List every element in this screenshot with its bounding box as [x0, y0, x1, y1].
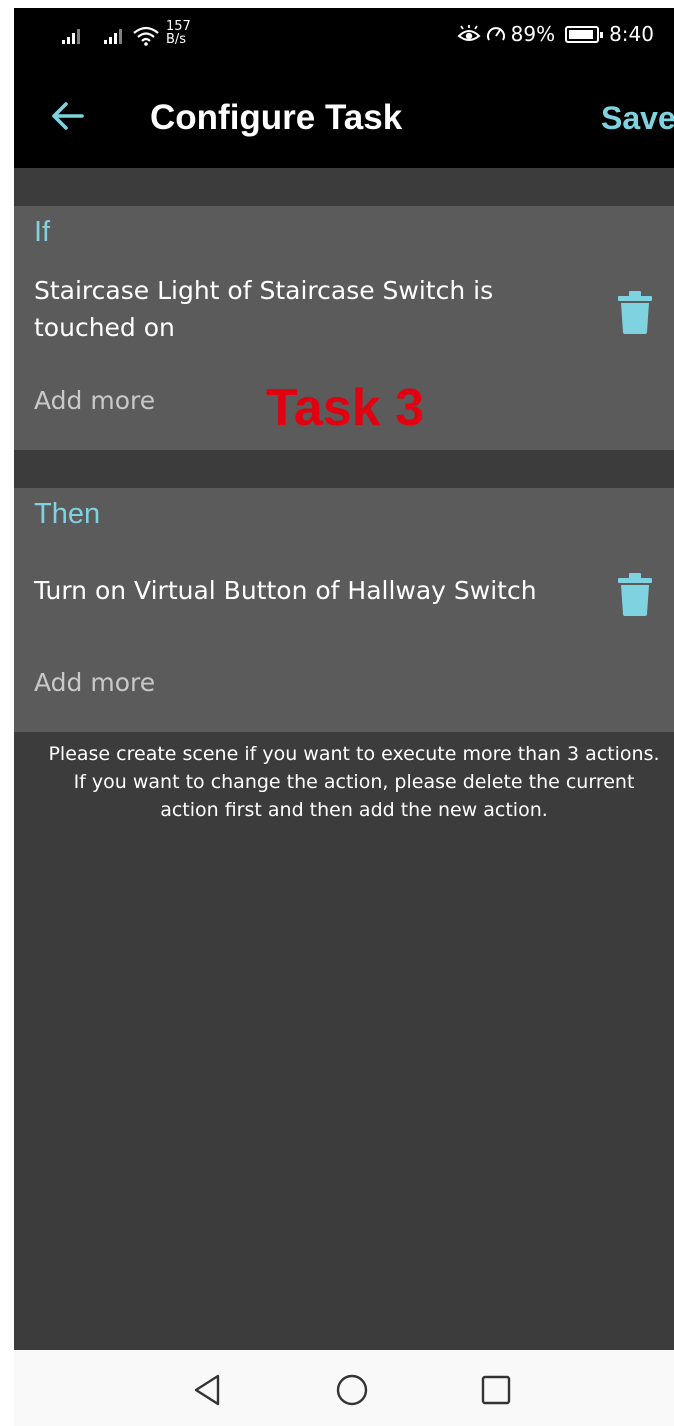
clock: 8:40: [609, 22, 654, 46]
network-speed: 157 B/s: [166, 20, 191, 46]
page-title: Configure Task: [150, 98, 403, 137]
signal-icon: [104, 28, 126, 44]
task-annotation-label: Task 3: [266, 379, 425, 437]
system-nav-bar: [14, 1350, 674, 1426]
back-triangle-icon[interactable]: [190, 1372, 226, 1408]
save-button[interactable]: Save: [601, 96, 674, 140]
trash-icon[interactable]: [617, 290, 653, 334]
then-section: Then Turn on Virtual Button of Hallway S…: [14, 488, 674, 732]
then-heading: Then: [34, 498, 101, 530]
trash-icon[interactable]: [617, 572, 653, 616]
then-action-text[interactable]: Turn on Virtual Button of Hallway Switch: [34, 572, 574, 609]
speed-icon: [486, 27, 505, 41]
status-right-group: 89% 8:40: [457, 22, 654, 46]
back-arrow-icon[interactable]: [48, 96, 88, 136]
if-condition-text[interactable]: Staircase Light of Staircase Switch is t…: [34, 272, 554, 346]
network-speed-unit: B/s: [166, 32, 187, 47]
wifi-icon: [133, 26, 159, 46]
battery-percentage: 89%: [510, 22, 556, 46]
status-bar: 157 B/s 89% 8:40: [14, 8, 674, 66]
home-circle-icon[interactable]: [334, 1372, 370, 1408]
app-screen: 157 B/s 89% 8:40 Configure Task Save If …: [14, 8, 674, 1426]
if-add-more-button[interactable]: Add more: [34, 386, 155, 415]
then-add-more-button[interactable]: Add more: [34, 668, 155, 697]
signal-icon: [62, 28, 84, 44]
app-bar: Configure Task Save: [14, 66, 674, 168]
eye-icon: [457, 25, 481, 41]
info-text: Please create scene if you want to execu…: [48, 743, 660, 821]
recents-square-icon[interactable]: [478, 1372, 514, 1408]
battery-icon: [565, 25, 604, 43]
if-heading: If: [34, 216, 51, 248]
